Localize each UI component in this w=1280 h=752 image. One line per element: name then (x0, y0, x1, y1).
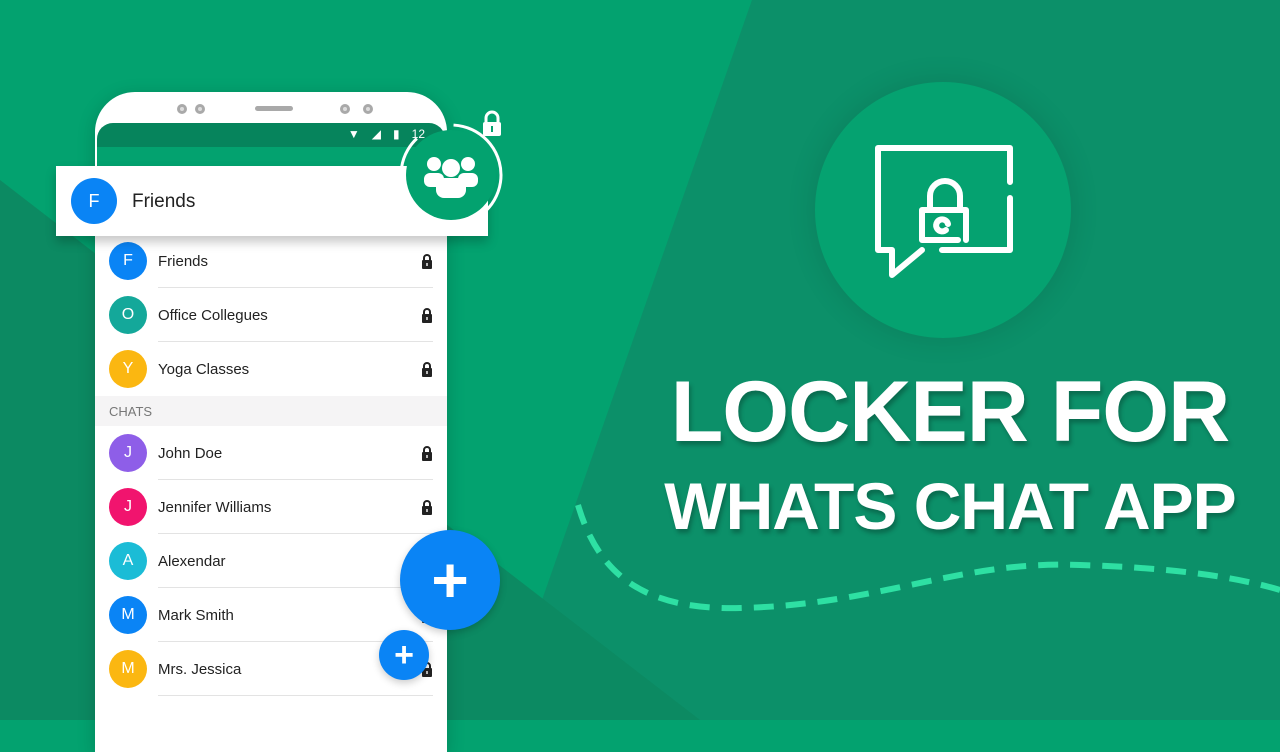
camera-dot (363, 104, 373, 114)
list-item[interactable]: A Alexendar (95, 534, 447, 588)
divider (158, 695, 433, 696)
selected-group-label: Friends (132, 191, 196, 212)
contact-name: Mrs. Jessica (158, 660, 242, 678)
avatar: Y (109, 350, 147, 388)
contact-name: Jennifer Williams (158, 498, 272, 516)
avatar: M (109, 650, 147, 688)
signal-icon: ◢ (371, 127, 382, 141)
avatar: F (109, 242, 147, 280)
chat-lock-icon (875, 145, 1013, 278)
plus-icon: + (394, 635, 414, 674)
contact-name: Office Collegues (158, 306, 268, 324)
contact-name: Friends (158, 252, 209, 270)
status-bar: ▼ ◢ ▮ 12 (97, 123, 445, 147)
hero-circle (815, 82, 1071, 338)
contact-name: Yoga Classes (158, 360, 250, 378)
list-item[interactable]: J John Doe (95, 426, 447, 480)
list-item[interactable]: J Jennifer Williams (95, 480, 447, 534)
headline-line-1: LOCKER FOR (670, 364, 1231, 460)
lock-icon[interactable] (421, 361, 433, 377)
avatar: O (109, 296, 147, 334)
list-item[interactable]: Y Yoga Classes (95, 342, 447, 396)
headline-line-2: WHATS CHAT APP (664, 469, 1236, 543)
avatar: J (109, 488, 147, 526)
contact-name: John Doe (158, 444, 223, 462)
plus-icon: + (431, 544, 469, 616)
avatar: J (109, 434, 147, 472)
lock-icon[interactable] (421, 253, 433, 269)
phone-top-bezel (95, 92, 447, 124)
contact-list: F Friends O Office Collegues Y Yoga Clas… (95, 234, 447, 696)
lock-icon[interactable] (421, 307, 433, 323)
add-button-large[interactable]: + (400, 530, 500, 630)
sensor-dot (195, 104, 205, 114)
avatar: A (109, 542, 147, 580)
add-button-small[interactable]: + (379, 630, 429, 680)
contact-name: Alexendar (158, 552, 226, 570)
lock-icon[interactable] (421, 445, 433, 461)
avatar: F (71, 178, 117, 224)
avatar: M (109, 596, 147, 634)
list-item[interactable]: F Friends (95, 234, 447, 288)
wifi-icon: ▼ (347, 127, 360, 141)
contact-name: Mark Smith (158, 606, 234, 624)
lock-icon (483, 110, 501, 136)
camera-dot (340, 104, 350, 114)
list-item[interactable]: O Office Collegues (95, 288, 447, 342)
speaker-grille (255, 106, 293, 111)
sensor-dot (177, 104, 187, 114)
chats-section-header: CHATS (95, 396, 447, 426)
lock-icon[interactable] (421, 499, 433, 515)
